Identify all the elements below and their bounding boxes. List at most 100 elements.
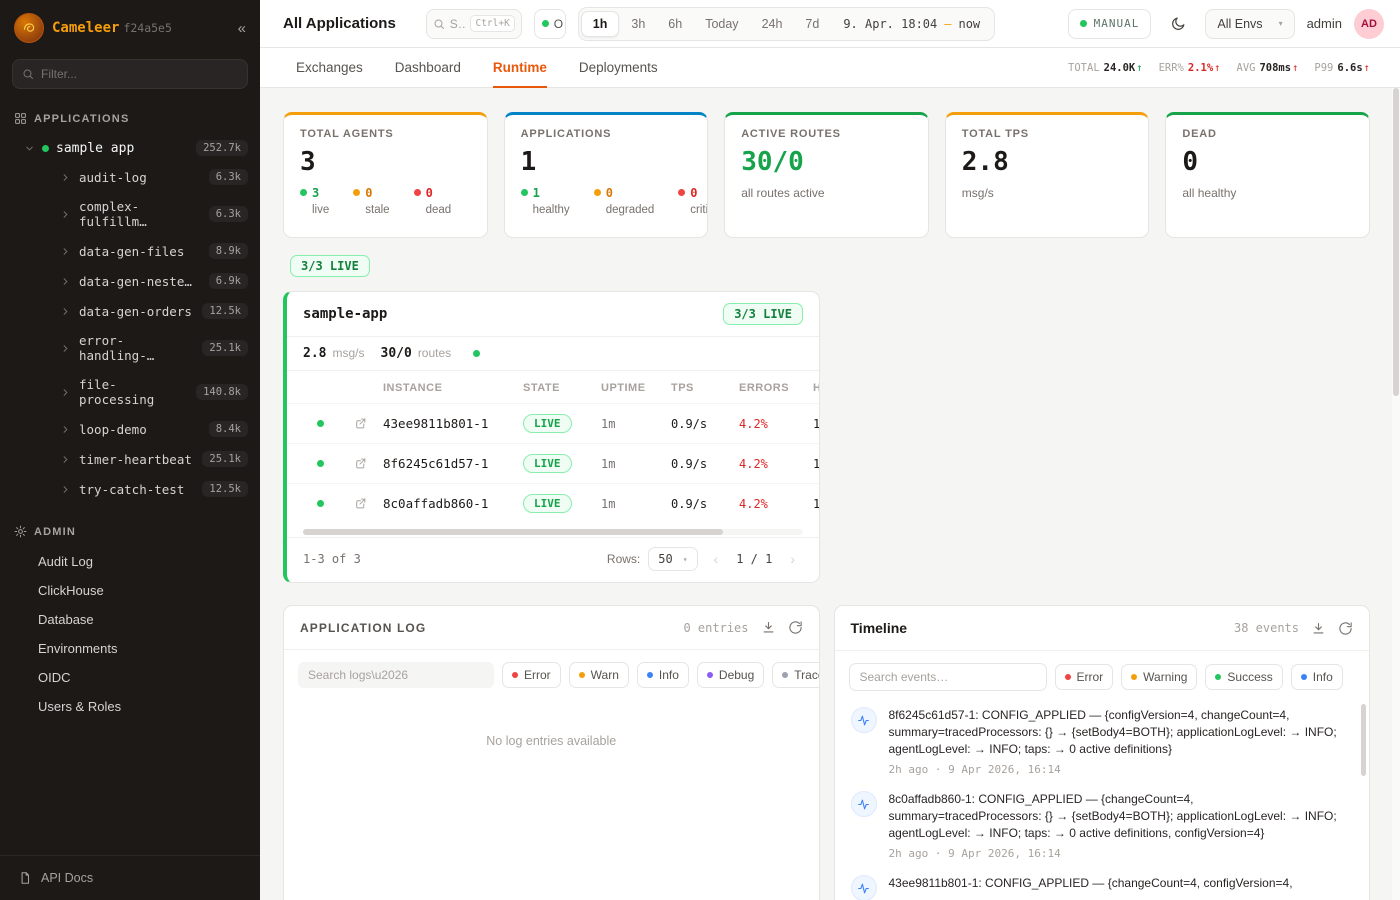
log-filter-error[interactable]: Error (502, 662, 561, 688)
live-dot (300, 189, 307, 196)
timeline-events: 8f6245c61d57-1: CONFIG_APPLIED — {config… (835, 703, 1370, 900)
instance-row[interactable]: 8c0affadb860-1 LIVE 1m 0.9/s 4.2% 1 (287, 483, 819, 523)
log-search-input[interactable] (298, 662, 494, 688)
search-icon (433, 18, 445, 30)
info-dot (1301, 674, 1307, 680)
message-count-badge: 8.4k (209, 421, 248, 437)
log-filter-debug[interactable]: Debug (697, 662, 764, 688)
tab-exchanges[interactable]: Exchanges (296, 48, 363, 88)
activity-icon (851, 875, 877, 900)
time-range-1h[interactable]: 1h (581, 11, 620, 37)
log-filter-trace[interactable]: Trace (772, 662, 819, 688)
timeline-filter-info[interactable]: Info (1291, 664, 1343, 690)
instance-row[interactable]: 8f6245c61d57-1 LIVE 1m 0.9/s 4.2% 1 (287, 443, 819, 483)
admin-item-audit-log[interactable]: Audit Log (0, 547, 260, 576)
refresh-button[interactable] (1338, 621, 1353, 636)
date-from[interactable]: 9. Apr. 18:04 (843, 17, 937, 31)
dark-mode-toggle[interactable] (1163, 9, 1193, 39)
chevron-right-icon (60, 276, 71, 287)
table-footer: 1-3 of 3 Rows: 50 ▾ ‹ 1 / 1 › (287, 537, 819, 582)
sidebar-item-data-gen-orders[interactable]: data-gen-orders12.5k (0, 296, 260, 326)
sidebar-filter[interactable] (12, 59, 248, 89)
next-page-button[interactable]: › (782, 548, 803, 570)
page-indicator: 1 / 1 (734, 552, 774, 566)
manual-refresh-button[interactable]: MANUAL (1068, 9, 1152, 39)
sidebar-item-try-catch-test[interactable]: try-catch-test12.5k (0, 474, 260, 504)
date-to[interactable]: now (958, 17, 980, 31)
stat-card-total-agents: TOTAL AGENTS 3 3live 0stale 0dead (283, 112, 488, 238)
activity-icon (851, 707, 877, 733)
scrollbar-thumb[interactable] (303, 529, 723, 535)
filter-input[interactable] (41, 67, 238, 81)
open-instance-button[interactable] (354, 417, 367, 430)
sidebar-item-sample-app[interactable]: sample app 252.7k (0, 134, 260, 162)
sidebar-collapse-button[interactable]: « (238, 21, 246, 36)
message-count-badge: 6.3k (209, 206, 248, 222)
time-range-7d[interactable]: 7d (794, 12, 830, 36)
open-instance-button[interactable] (354, 497, 367, 510)
timeline-event[interactable]: 43ee9811b801-1: CONFIG_APPLIED — {change… (851, 875, 1356, 900)
timeline-filter-error[interactable]: Error (1055, 664, 1114, 690)
sidebar-item-audit-log[interactable]: audit-log6.3k (0, 162, 260, 192)
prev-page-button[interactable]: ‹ (706, 548, 727, 570)
warning-dot (1131, 674, 1137, 680)
metric-p99: P996.6s↑ (1314, 62, 1370, 74)
message-count-badge: 12.5k (202, 481, 248, 497)
tab-deployments[interactable]: Deployments (579, 48, 658, 88)
scrollbar-thumb[interactable] (1393, 88, 1399, 396)
tab-dashboard[interactable]: Dashboard (395, 48, 461, 88)
time-range-today[interactable]: Today (694, 12, 749, 36)
instance-row[interactable]: 43ee9811b801-1 LIVE 1m 0.9/s 4.2% 1 (287, 403, 819, 443)
gear-icon (14, 525, 27, 538)
global-search[interactable]: Ctrl+K (426, 9, 522, 39)
date-separator: — (944, 17, 951, 31)
rows-per-page-select[interactable]: 50 ▾ (648, 547, 697, 571)
stat-value: 2.8 (962, 147, 1133, 177)
sidebar-item-loop-demo[interactable]: loop-demo8.4k (0, 414, 260, 444)
timeline-filter-warning[interactable]: Warning (1121, 664, 1197, 690)
admin-item-database[interactable]: Database (0, 605, 260, 634)
instance-status-dot (317, 500, 324, 507)
empty-state-text: No log entries available (284, 734, 819, 748)
date-range[interactable]: 9. Apr. 18:04 — now (831, 17, 992, 31)
sidebar-item-error-handling[interactable]: error-handling-…25.1k (0, 326, 260, 370)
stale-dot (353, 189, 360, 196)
sidebar-item-file-processing[interactable]: file-processing140.8k (0, 370, 260, 414)
chevron-down-icon: ▾ (683, 555, 688, 564)
page-scrollbar[interactable] (1392, 88, 1400, 900)
admin-item-clickhouse[interactable]: ClickHouse (0, 576, 260, 605)
log-filter-warn[interactable]: Warn (569, 662, 629, 688)
api-docs-link[interactable]: API Docs (0, 855, 260, 900)
time-range-24h[interactable]: 24h (751, 12, 794, 36)
sidebar-item-timer-heartbeat[interactable]: timer-heartbeat25.1k (0, 444, 260, 474)
time-range-3h[interactable]: 3h (620, 12, 656, 36)
timeline-scrollbar-thumb[interactable] (1361, 704, 1366, 776)
timeline-filter-success[interactable]: Success (1205, 664, 1282, 690)
app-card-header[interactable]: sample-app 3/3 LIVE (287, 292, 819, 337)
timeline-event[interactable]: 8c0affadb860-1: CONFIG_APPLIED — {change… (851, 791, 1356, 860)
sidebar-item-data-gen-nested[interactable]: data-gen-neste…6.9k (0, 266, 260, 296)
chevron-right-icon (60, 172, 71, 183)
open-instance-button[interactable] (354, 457, 367, 470)
sidebar-item-complex-fulfillment[interactable]: complex-fulfillm…6.3k (0, 192, 260, 236)
environment-select[interactable]: All Envs ▾ (1205, 9, 1294, 39)
horizontal-scrollbar[interactable] (303, 529, 803, 535)
download-button[interactable] (1311, 621, 1326, 636)
timeline-search-input[interactable] (849, 663, 1047, 691)
tabbar: Exchanges Dashboard Runtime Deployments … (260, 48, 1400, 88)
time-range-control: 1h 3h 6h Today 24h 7d 9. Apr. 18:04 — no… (578, 7, 995, 41)
refresh-button[interactable] (788, 620, 803, 635)
admin-item-oidc[interactable]: OIDC (0, 663, 260, 692)
online-indicator[interactable]: O (534, 9, 566, 39)
global-search-input[interactable] (450, 17, 466, 31)
admin-item-users-roles[interactable]: Users & Roles (0, 692, 260, 721)
sidebar-item-data-gen-files[interactable]: data-gen-files8.9k (0, 236, 260, 266)
avatar[interactable]: AD (1354, 9, 1384, 39)
timeline-event[interactable]: 8f6245c61d57-1: CONFIG_APPLIED — {config… (851, 707, 1356, 776)
time-range-6h[interactable]: 6h (657, 12, 693, 36)
download-button[interactable] (761, 620, 776, 635)
tab-runtime[interactable]: Runtime (493, 48, 547, 88)
events-count: 38 events (1234, 621, 1299, 635)
log-filter-info[interactable]: Info (637, 662, 689, 688)
admin-item-environments[interactable]: Environments (0, 634, 260, 663)
